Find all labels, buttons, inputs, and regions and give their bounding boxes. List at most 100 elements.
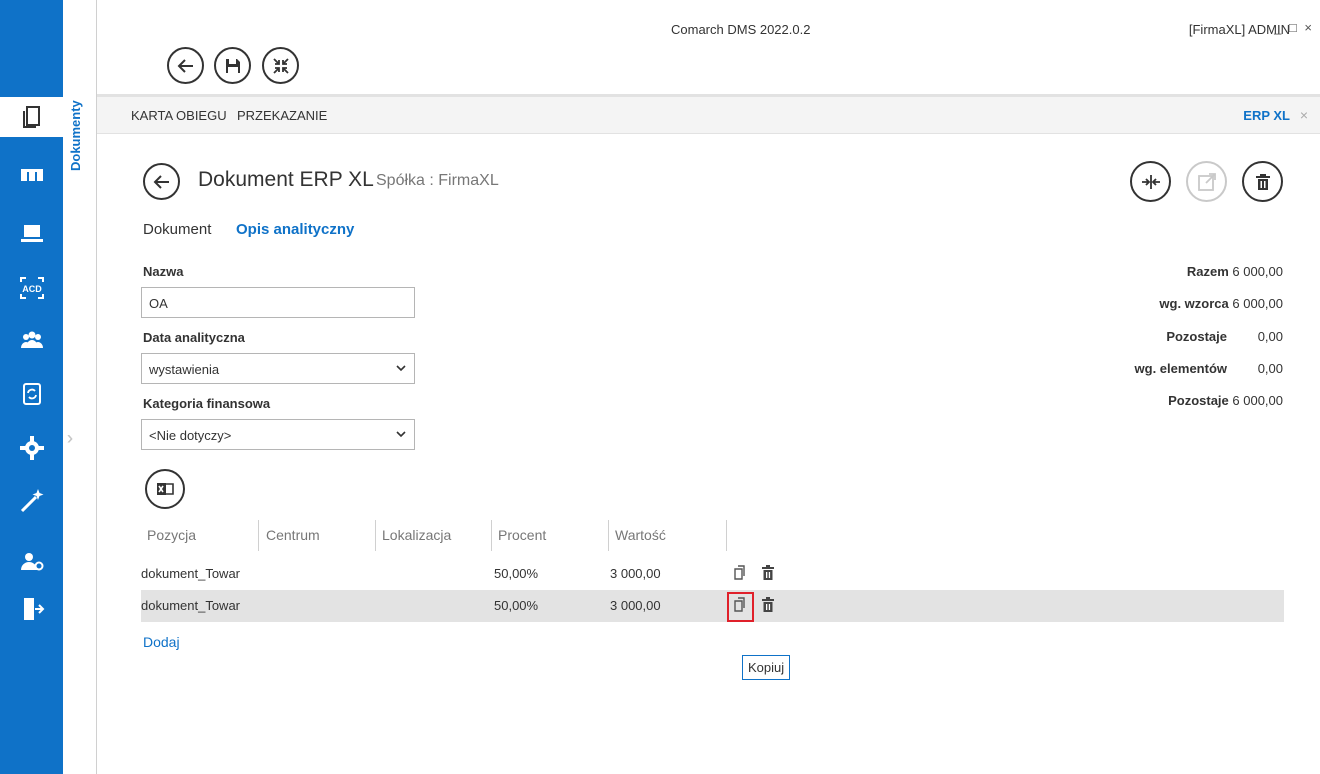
column-header-centrum[interactable]: Centrum [266, 527, 320, 543]
column-divider[interactable] [491, 520, 492, 551]
cell-pozycja: dokument_Towar [141, 598, 240, 613]
back-button[interactable] [167, 47, 204, 84]
total-label: wg. elementów [1134, 361, 1227, 376]
total-label: Pozostaje [1166, 329, 1227, 344]
total-label: Razem [1186, 264, 1229, 279]
date-select[interactable]: wystawienia [141, 353, 415, 384]
subtab-dokument[interactable]: Dokument [143, 221, 211, 238]
cell-procent: 50,00% [494, 598, 539, 613]
category-label: Kategoria finansowa [143, 396, 271, 411]
collapse-button[interactable] [262, 47, 299, 84]
sidebar-item-documents[interactable] [0, 97, 63, 137]
split-icon [1141, 174, 1160, 189]
total-value: 0,00 [1257, 361, 1283, 376]
arrow-left-icon [177, 58, 193, 73]
document-sync-icon [22, 383, 41, 405]
sidebar-item-user-settings[interactable] [0, 541, 63, 581]
category-select-value: <Nie dotyczy> [149, 428, 232, 443]
total-label: wg. wzorca [1159, 296, 1229, 311]
tooltip-copy: Kopiuj [742, 655, 791, 680]
trash-icon[interactable] [760, 564, 776, 582]
split-button[interactable] [1130, 161, 1171, 202]
floppy-disk-icon [225, 58, 240, 73]
excel-export-button[interactable] [145, 469, 185, 509]
total-value: 0,00 [1257, 329, 1283, 344]
save-button[interactable] [214, 47, 251, 84]
total-wg-elementow: wg. elementów 0,00 [1135, 361, 1283, 376]
gear-icon [19, 436, 44, 460]
sidebar-item-wizard[interactable] [0, 480, 63, 520]
total-razem: Razem 6 000,00 [1187, 264, 1283, 279]
chevron-down-icon [396, 431, 406, 438]
arrow-left-icon [153, 174, 169, 189]
company-label: Spółka : FirmaXL [376, 172, 499, 189]
column-header-lokalizacja[interactable]: Lokalizacja [382, 527, 451, 543]
name-label: Nazwa [143, 264, 184, 279]
column-header-pozycja[interactable]: Pozycja [147, 527, 196, 543]
documents-icon [22, 106, 40, 128]
workstation-icon [20, 225, 43, 242]
total-value: 6 000,00 [1232, 264, 1283, 279]
sidebar-rail: ACD [0, 0, 63, 774]
table-row[interactable]: dokument_Towar 50,00% 3 000,00 [141, 558, 1284, 590]
category-select[interactable]: <Nie dotyczy> [141, 419, 415, 450]
sidebar-item-workflow[interactable] [0, 155, 63, 195]
total-value: 6 000,00 [1232, 296, 1283, 311]
tab-karta-obiegu[interactable]: KARTA OBIEGU [131, 108, 227, 123]
user-settings-icon [20, 553, 43, 571]
tab-przekazanie[interactable]: PRZEKAZANIE [237, 108, 327, 123]
subtab-opis-analityczny[interactable]: Opis analityczny [236, 221, 354, 238]
collapse-arrows-icon [272, 57, 289, 74]
svg-text:ACD: ACD [22, 284, 42, 294]
page-title: Dokument ERP XL [198, 168, 374, 191]
total-pozostaje-2: Pozostaje 6 000,00 [1168, 393, 1283, 408]
tab-bar: KARTA OBIEGU PRZEKAZANIE ERP XL × [97, 97, 1320, 134]
sidebar-item-settings[interactable] [0, 428, 63, 468]
external-link-icon [1197, 172, 1216, 191]
trash-icon [1255, 173, 1270, 190]
cell-wartosc: 3 000,00 [610, 566, 661, 581]
workflow-icon [20, 169, 43, 181]
window-title: Comarch DMS 2022.0.2 [671, 22, 811, 37]
sidebar-item-ocr[interactable]: ACD [0, 268, 63, 308]
add-link[interactable]: Dodaj [143, 634, 180, 650]
date-select-value: wystawienia [149, 362, 220, 377]
chevron-down-icon [396, 365, 406, 372]
copy-highlight-frame [727, 592, 754, 622]
cell-wartosc: 3 000,00 [610, 598, 661, 613]
sidebar-item-users[interactable] [0, 321, 63, 361]
ocr-acd-icon: ACD [19, 277, 44, 299]
name-input-value: OA [149, 296, 168, 311]
sidebar-item-exit[interactable] [0, 589, 63, 629]
total-wg-wzorca: wg. wzorca 6 000,00 [1159, 296, 1283, 311]
sidebar-section-label[interactable]: Dokumenty [68, 100, 90, 190]
sidebar-item-workstation[interactable] [0, 213, 63, 253]
column-header-wartosc[interactable]: Wartość [615, 527, 666, 543]
document-back-button[interactable] [143, 163, 180, 200]
close-icon[interactable]: × [1300, 107, 1308, 123]
excel-icon [157, 483, 174, 495]
table-row-selected[interactable]: dokument_Towar 50,00% 3 000,00 [141, 590, 1284, 622]
exit-icon [23, 598, 44, 620]
app-window: ACD Dokumenty ››› Comarch DMS 2022.0.2 [… [0, 0, 1320, 774]
tab-erp-xl[interactable]: ERP XL [1243, 108, 1290, 123]
sidebar-item-document-sync[interactable] [0, 374, 63, 414]
column-divider[interactable] [375, 520, 376, 551]
trash-icon[interactable] [760, 596, 776, 614]
cell-pozycja: dokument_Towar [141, 566, 240, 581]
total-label: Pozostaje [1168, 393, 1229, 408]
users-icon [20, 331, 43, 348]
copy-icon[interactable] [731, 564, 747, 582]
delete-document-button[interactable] [1242, 161, 1283, 202]
column-divider[interactable] [726, 520, 727, 551]
total-pozostaje-1: Pozostaje 0,00 [1166, 329, 1283, 344]
total-value: 6 000,00 [1232, 393, 1283, 408]
name-input[interactable]: OA [141, 287, 415, 318]
date-label: Data analityczna [143, 330, 245, 345]
window-controls[interactable]: _ □ × [1274, 20, 1314, 35]
column-divider[interactable] [608, 520, 609, 551]
column-header-procent[interactable]: Procent [498, 527, 546, 543]
open-external-button[interactable] [1186, 161, 1227, 202]
cell-procent: 50,00% [494, 566, 539, 581]
column-divider[interactable] [258, 520, 259, 551]
